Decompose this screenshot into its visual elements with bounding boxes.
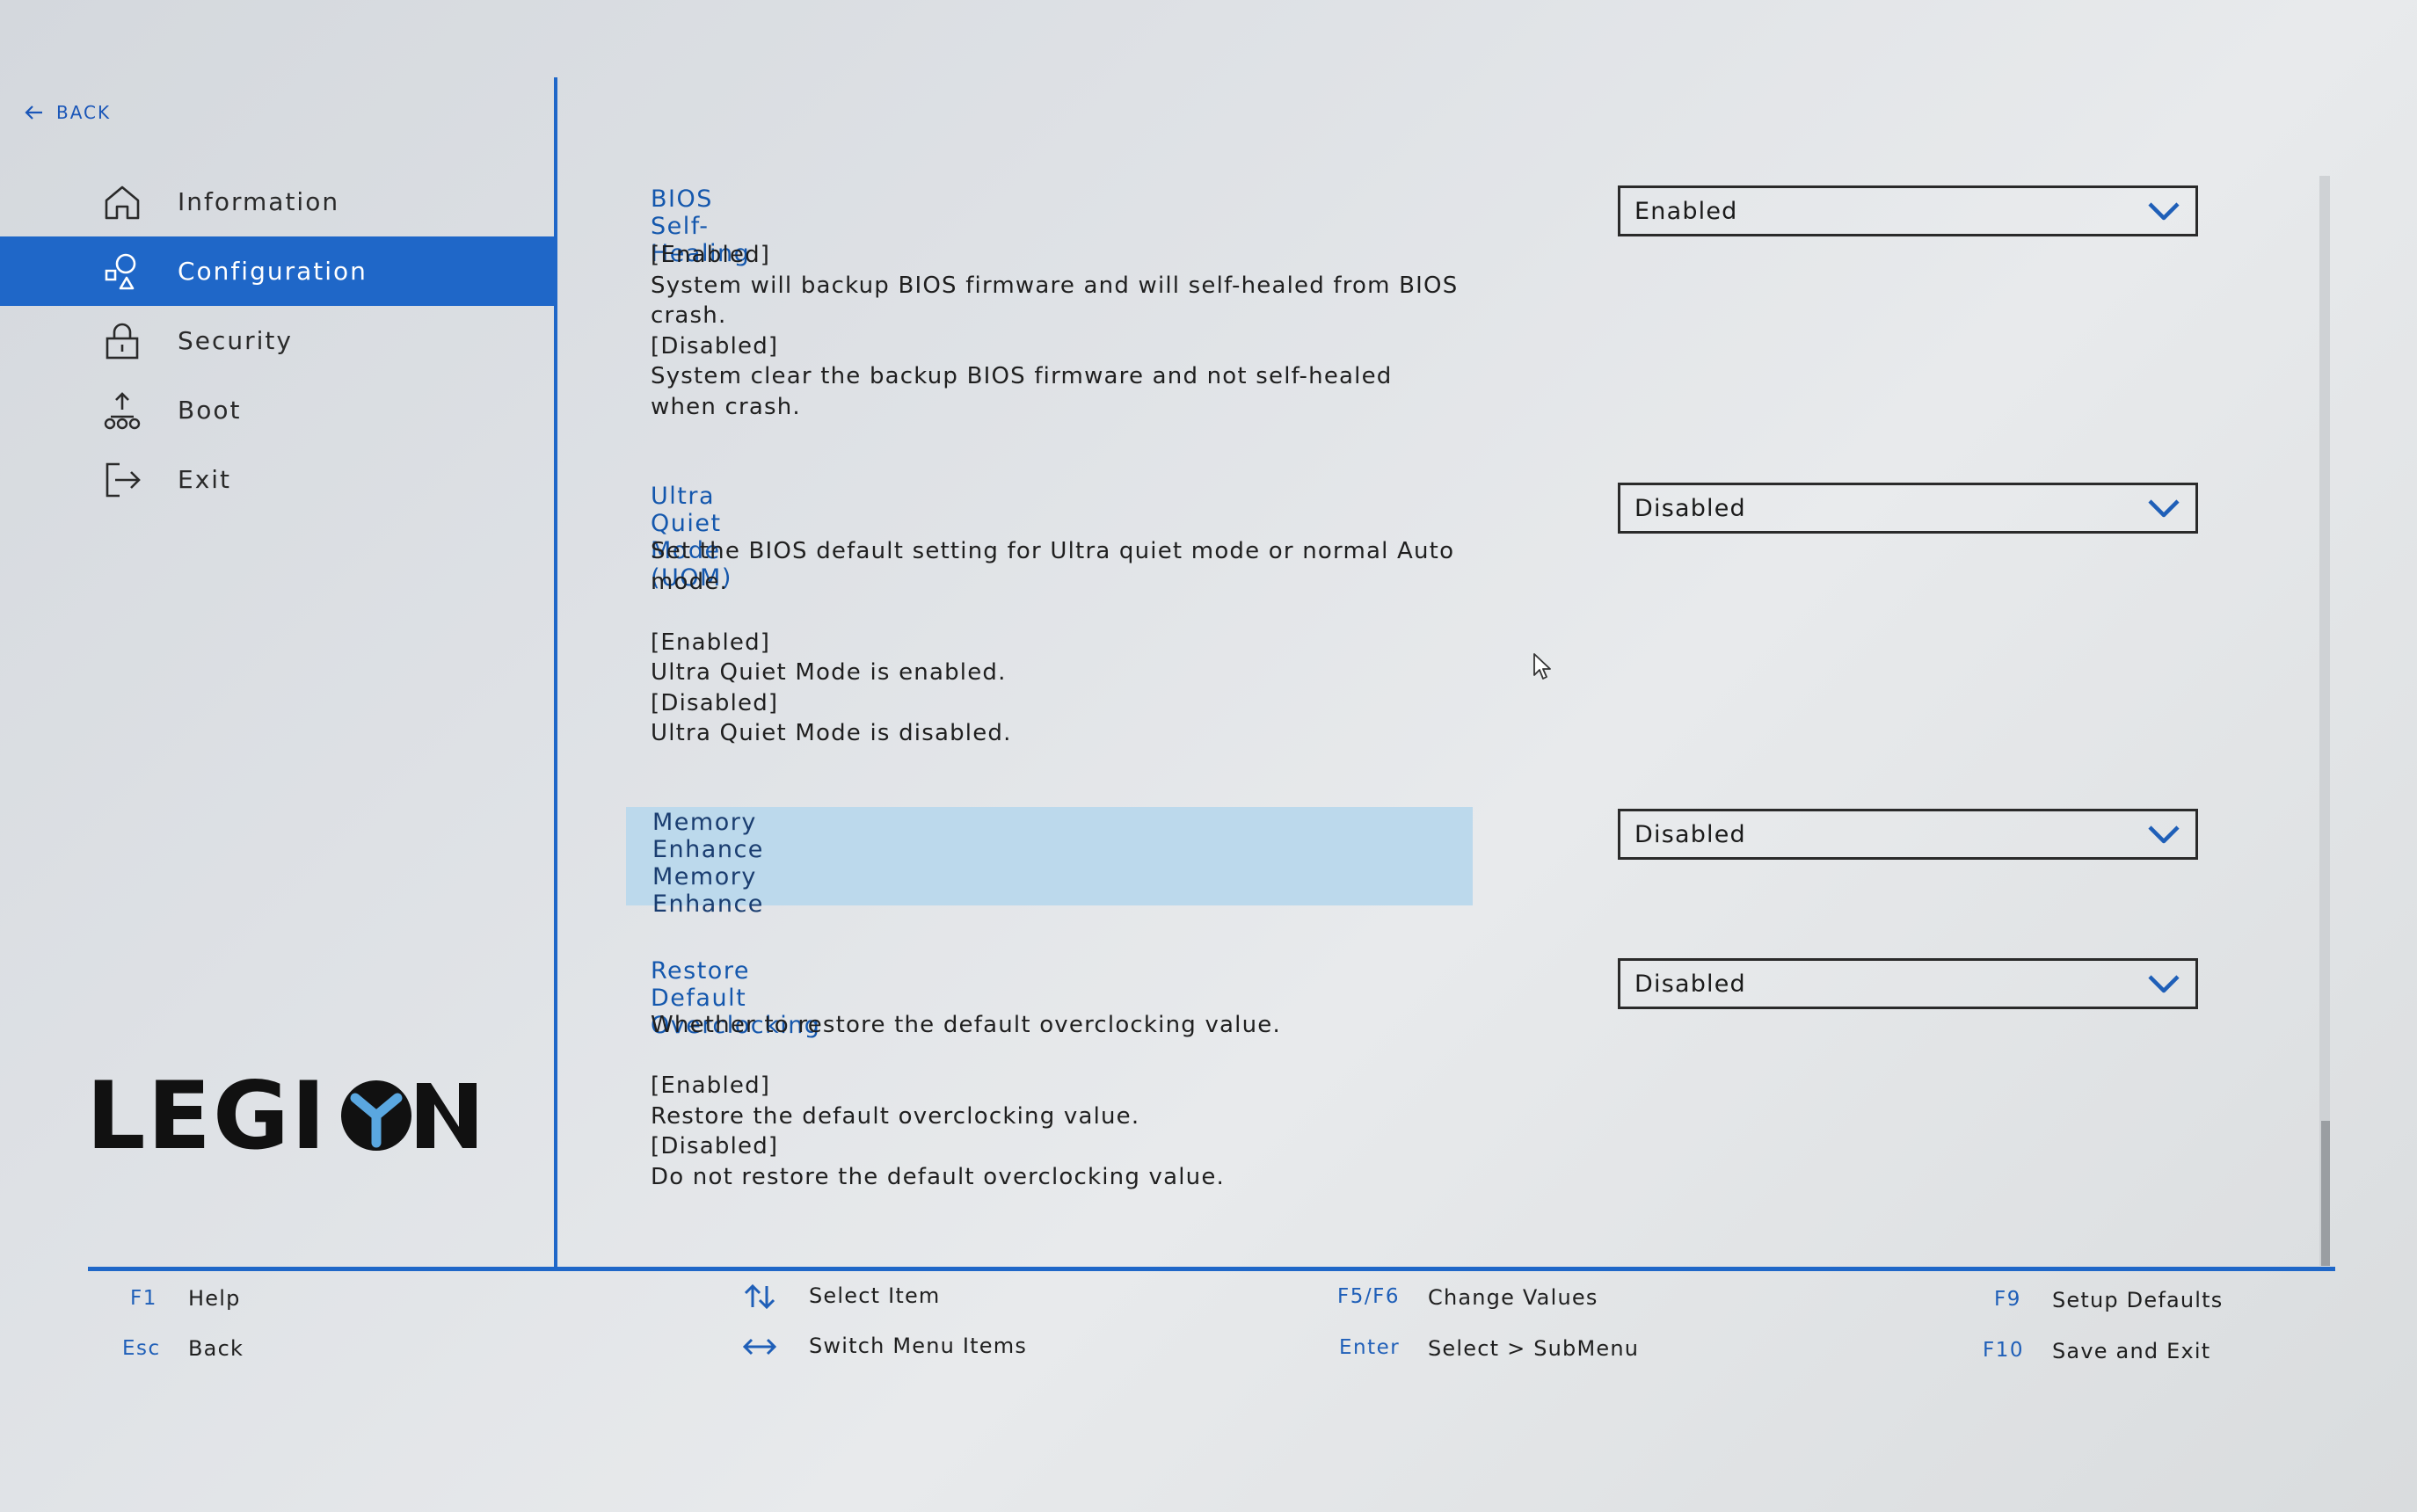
sidebar-divider (554, 77, 557, 1268)
chevron-down-icon (2148, 975, 2180, 993)
sidebar-item-configuration[interactable]: Configuration (0, 236, 556, 306)
sidebar-item-security[interactable]: Security (0, 306, 556, 375)
chevron-down-icon (2148, 499, 2180, 518)
key-esc: Esc (122, 1337, 161, 1360)
legion-logo: LEGI (86, 1071, 477, 1159)
chevron-down-icon (2148, 202, 2180, 221)
scrollbar-thumb[interactable] (2321, 1121, 2330, 1266)
dropdown-value: Disabled (1634, 820, 1746, 848)
sidebar-item-label: Exit (178, 465, 232, 494)
lock-icon (106, 323, 139, 359)
key-back-label: Back (188, 1336, 244, 1361)
key-switch-menu-label: Switch Menu Items (809, 1334, 1028, 1358)
key-f1: F1 (130, 1287, 157, 1310)
footer-keys: F1 Help Esc Back Select Item Switch Menu… (0, 1283, 2417, 1389)
arrow-left-icon (25, 105, 42, 120)
setting-desc-ultra-quiet-mode: Set the BIOS default setting for Ultra q… (651, 538, 1455, 746)
sidebar-item-label: Information (178, 187, 340, 216)
setting-desc-bios-self-healing: [Enabled] System will backup BIOS firmwa… (651, 242, 1459, 420)
sidebar-item-label: Configuration (178, 257, 368, 286)
ultra-quiet-mode-select[interactable]: Disabled (1618, 483, 2198, 534)
chevron-down-icon (2148, 825, 2180, 844)
setting-title-memory-enhance: Memory Enhance (652, 809, 764, 863)
sidebar-nav: Information Configuration Security Boot (0, 167, 556, 514)
key-f10: F10 (1983, 1339, 2024, 1362)
back-link[interactable]: BACK (25, 102, 111, 123)
key-submenu-label: Select > SubMenu (1428, 1336, 1640, 1361)
key-help-label: Help (188, 1286, 241, 1311)
up-down-arrows-icon (744, 1283, 775, 1310)
key-f9: F9 (1994, 1288, 2021, 1311)
dropdown-value: Enabled (1634, 197, 1738, 225)
dropdown-value: Disabled (1634, 494, 1746, 522)
boot-icon (104, 391, 141, 429)
key-setup-defaults-label: Setup Defaults (2052, 1288, 2224, 1312)
back-label: BACK (56, 102, 112, 123)
setting-desc-memory-enhance: Memory Enhance (652, 863, 764, 918)
scrollbar-track[interactable] (2319, 176, 2330, 1266)
sidebar-item-information[interactable]: Information (0, 167, 556, 236)
setting-desc-restore-default-overclocking: Whether to restore the default overclock… (651, 1012, 1281, 1190)
key-enter: Enter (1339, 1336, 1401, 1359)
key-f5-f6: F5/F6 (1337, 1285, 1400, 1308)
restore-default-overclocking-select[interactable]: Disabled (1618, 958, 2198, 1009)
footer-divider (88, 1267, 2335, 1271)
mouse-cursor-icon (1533, 653, 1551, 680)
sidebar-item-exit[interactable]: Exit (0, 445, 556, 514)
bios-self-healing-select[interactable]: Enabled (1618, 185, 2198, 236)
key-select-item-label: Select Item (809, 1283, 941, 1308)
key-save-exit-label: Save and Exit (2052, 1339, 2211, 1363)
sidebar-item-boot[interactable]: Boot (0, 375, 556, 445)
home-icon (105, 185, 140, 219)
sidebar-item-label: Boot (178, 396, 242, 425)
svg-text:LEGI: LEGI (86, 1071, 327, 1159)
left-right-arrows-icon (742, 1338, 777, 1356)
sidebar-item-label: Security (178, 326, 293, 355)
key-change-values-label: Change Values (1428, 1285, 1598, 1310)
exit-icon (106, 462, 141, 497)
memory-enhance-select[interactable]: Disabled (1618, 809, 2198, 860)
dropdown-value: Disabled (1634, 970, 1746, 998)
shapes-icon (105, 253, 136, 289)
